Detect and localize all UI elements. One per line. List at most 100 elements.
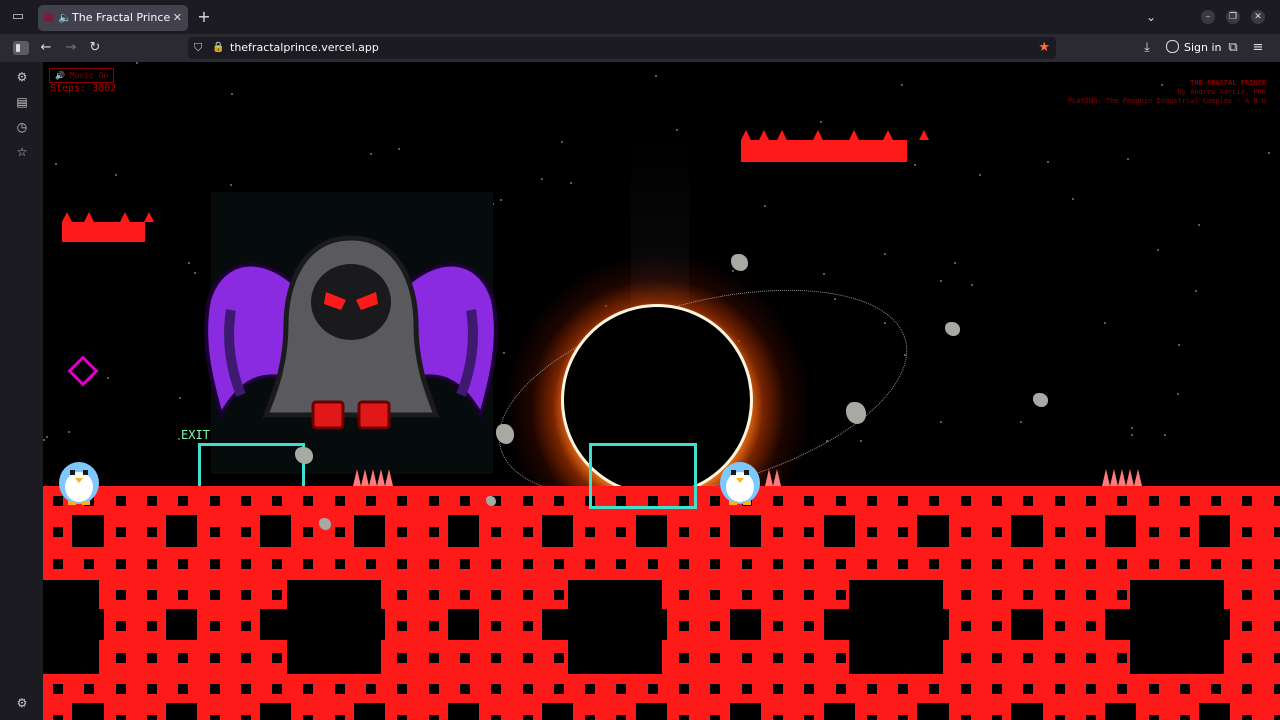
carpet-hole bbox=[1211, 683, 1222, 694]
carpet-hole bbox=[553, 558, 564, 569]
menu-icon[interactable]: ≡ bbox=[1249, 39, 1267, 57]
reload-icon[interactable]: ↻ bbox=[86, 39, 104, 57]
carpet-hole bbox=[866, 558, 877, 569]
forward-icon[interactable]: → bbox=[62, 39, 80, 57]
music-toggle-button[interactable]: 🔊 Music On bbox=[49, 68, 115, 83]
shield-icon[interactable]: ⛉ bbox=[194, 39, 202, 57]
star bbox=[43, 439, 45, 441]
carpet-hole bbox=[1273, 558, 1280, 569]
carpet-hole bbox=[866, 496, 877, 506]
carpet-hole bbox=[635, 703, 667, 720]
carpet-hole bbox=[729, 703, 761, 720]
carpet-hole bbox=[1085, 621, 1096, 632]
account-icon bbox=[1166, 40, 1179, 53]
carpet-hole bbox=[741, 652, 752, 663]
carpet-hole bbox=[1011, 515, 1043, 547]
carpet-hole bbox=[772, 558, 783, 569]
carpet-hole bbox=[553, 496, 564, 506]
star bbox=[1072, 198, 1074, 200]
spike bbox=[765, 469, 773, 486]
carpet-hole bbox=[992, 683, 1002, 694]
url-bar[interactable]: ⛉ 🔒 thefractalprince.vercel.app ★ bbox=[188, 37, 1056, 59]
carpet-hole bbox=[209, 621, 220, 632]
carpet-hole bbox=[1105, 515, 1137, 547]
carpet-hole bbox=[1023, 558, 1034, 569]
carpet-hole bbox=[898, 496, 909, 506]
extensions-icon[interactable]: ⧉ bbox=[1224, 39, 1242, 57]
carpet-hole bbox=[43, 580, 99, 674]
carpet-hole bbox=[710, 589, 721, 600]
carpet-hole bbox=[1054, 683, 1065, 694]
url-text[interactable]: thefractalprince.vercel.app bbox=[230, 39, 379, 57]
red-platform-left bbox=[62, 222, 145, 242]
restore-icon[interactable]: ❐ bbox=[1226, 10, 1240, 24]
carpet-hole bbox=[917, 515, 949, 547]
carpet-hole bbox=[1117, 558, 1128, 569]
carpet-hole bbox=[397, 589, 408, 600]
penguin-npc-icon[interactable] bbox=[717, 456, 763, 506]
carpet-hole bbox=[491, 621, 502, 632]
star bbox=[954, 262, 956, 264]
carpet-hole bbox=[459, 496, 470, 506]
carpet-hole bbox=[849, 580, 943, 674]
downloads-icon[interactable]: ⤓ bbox=[1138, 39, 1156, 57]
carpet-hole bbox=[929, 683, 940, 694]
carpet-hole bbox=[992, 527, 1002, 538]
carpet-hole bbox=[1273, 496, 1280, 506]
synced-tabs-icon[interactable]: ▤ bbox=[13, 93, 31, 111]
bookmarks-icon[interactable]: ☆ bbox=[13, 143, 31, 161]
tab-list-icon[interactable]: ▭ bbox=[10, 9, 26, 25]
sidebar-toggle-icon[interactable] bbox=[13, 41, 29, 55]
speaker-icon[interactable]: 🔈 bbox=[58, 10, 72, 26]
carpet-hole bbox=[804, 683, 815, 694]
carpet-hole bbox=[1085, 715, 1096, 720]
carpet-hole bbox=[428, 652, 439, 663]
minimize-icon[interactable]: – bbox=[1201, 10, 1215, 24]
carpet-hole bbox=[1199, 703, 1231, 720]
carpet-hole bbox=[491, 652, 502, 663]
lock-icon[interactable]: 🔒 bbox=[212, 39, 224, 57]
chevron-down-icon[interactable]: ⌄ bbox=[1146, 9, 1156, 25]
tab-the-fractal-prince[interactable]: 🔈 The Fractal Prince ✕ bbox=[38, 5, 188, 31]
history-icon[interactable]: ◷ bbox=[13, 118, 31, 136]
plus-icon[interactable]: + bbox=[196, 8, 212, 26]
carpet-hole bbox=[1117, 652, 1128, 663]
carpet-hole bbox=[898, 527, 909, 538]
ai-chatbot-icon[interactable]: ⚙ bbox=[13, 68, 31, 86]
sign-in-button[interactable]: Sign in bbox=[1166, 39, 1222, 57]
star bbox=[764, 205, 766, 207]
carpet-hole bbox=[240, 589, 251, 600]
penguin-player-icon[interactable] bbox=[56, 456, 102, 506]
carpet-hole bbox=[1242, 589, 1253, 600]
asteroid bbox=[496, 424, 514, 444]
carpet-hole bbox=[115, 496, 126, 506]
back-icon[interactable]: ← bbox=[37, 39, 55, 57]
carpet-hole bbox=[616, 683, 627, 694]
carpet-hole bbox=[992, 621, 1002, 632]
carpet-hole bbox=[1085, 589, 1096, 600]
exit-portal-center[interactable] bbox=[589, 443, 697, 509]
carpet-hole bbox=[823, 703, 855, 720]
carpet-hole bbox=[553, 683, 564, 694]
carpet-hole bbox=[334, 683, 345, 694]
carpet-hole bbox=[428, 527, 439, 538]
diamond-gem-icon[interactable] bbox=[67, 355, 99, 387]
carpet-hole bbox=[115, 527, 126, 538]
bookmark-star-icon[interactable]: ★ bbox=[1038, 39, 1050, 57]
asteroid bbox=[731, 254, 748, 271]
close-icon[interactable]: ✕ bbox=[173, 10, 182, 26]
star bbox=[115, 174, 117, 176]
carpet-hole bbox=[1179, 527, 1190, 538]
star bbox=[179, 397, 181, 399]
carpet-hole bbox=[1054, 621, 1065, 632]
carpet-hole bbox=[522, 496, 533, 506]
carpet-hole bbox=[835, 496, 846, 506]
window-close-icon[interactable]: ✕ bbox=[1251, 10, 1265, 24]
star bbox=[860, 440, 862, 442]
game-canvas[interactable]: 🔊 Music On Steps: 3802 THE FRACTAL PRINC… bbox=[43, 62, 1280, 720]
customize-sidebar-icon[interactable]: ⚙ bbox=[13, 694, 31, 712]
carpet-hole bbox=[53, 558, 63, 569]
carpet-hole bbox=[772, 496, 783, 506]
spike bbox=[777, 130, 787, 140]
carpet-hole bbox=[1011, 703, 1043, 720]
